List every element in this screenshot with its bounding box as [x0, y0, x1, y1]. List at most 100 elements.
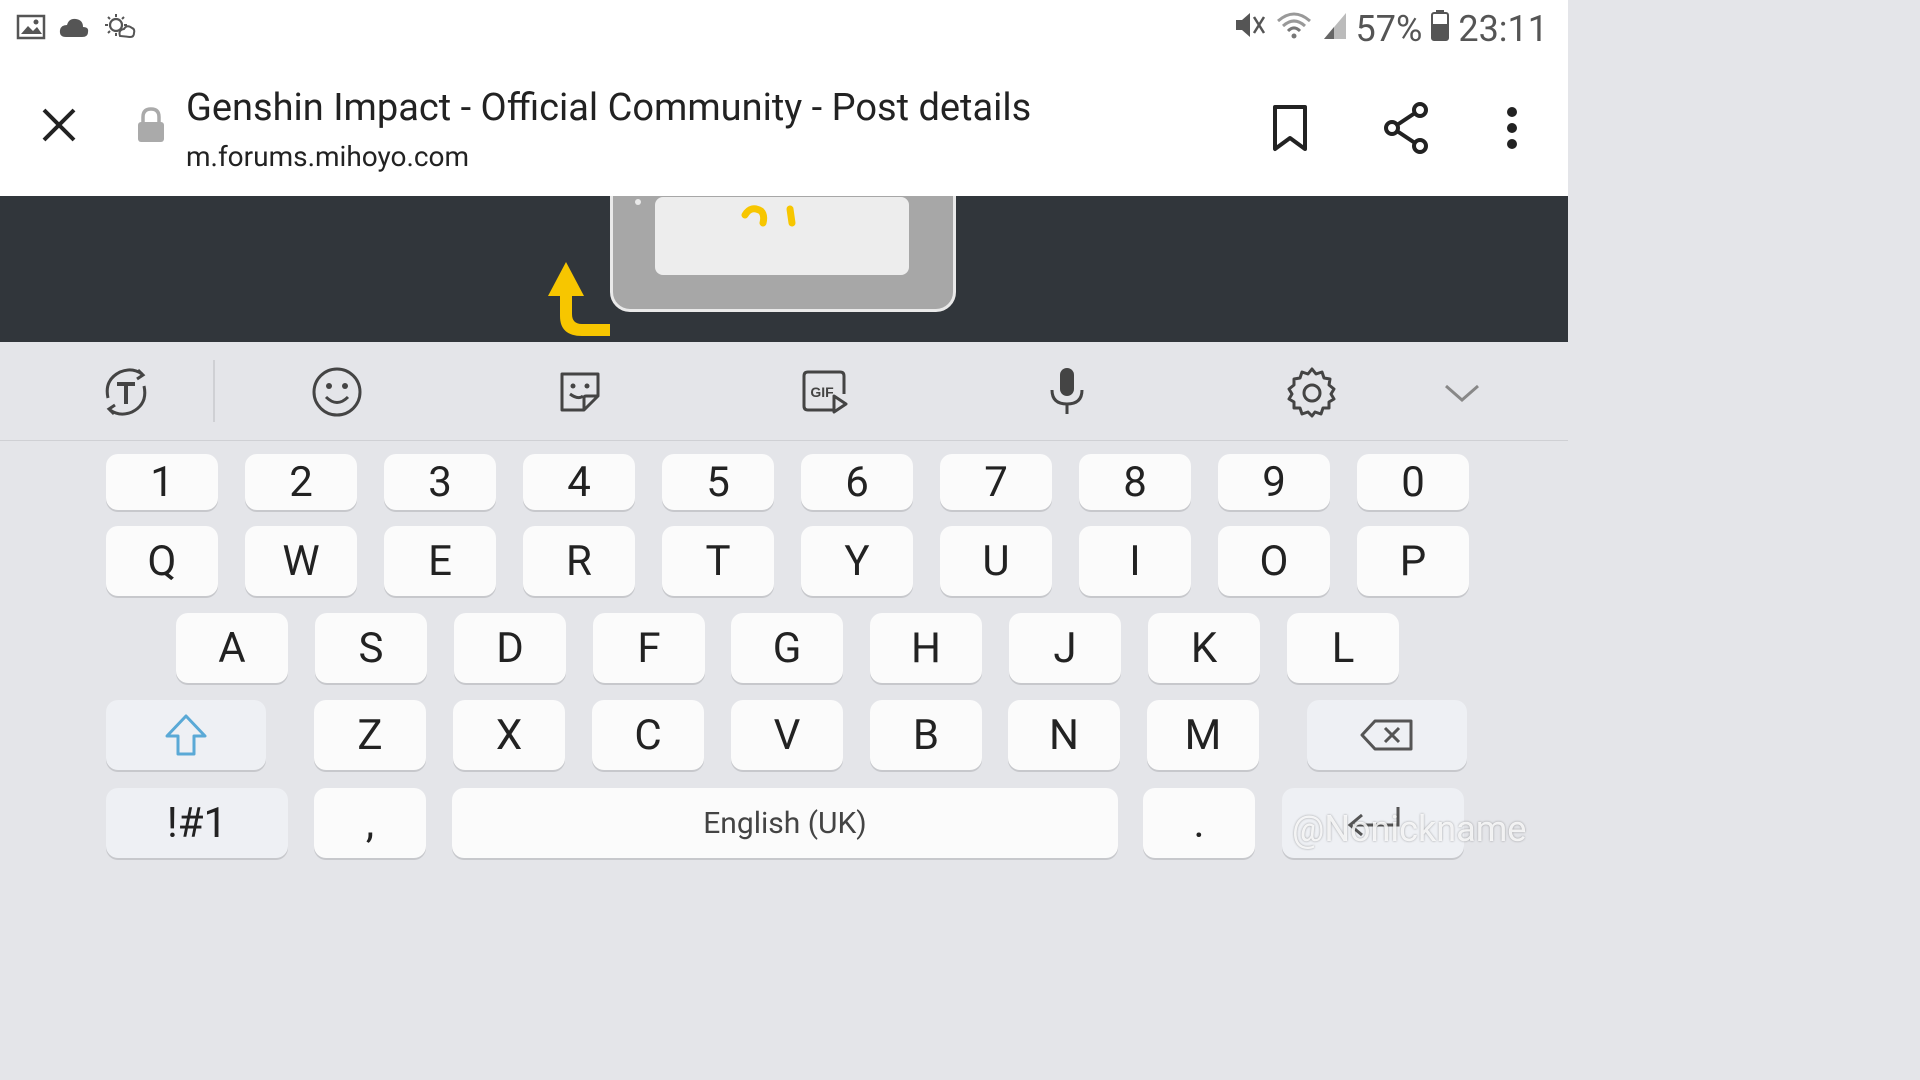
key-label: 7	[984, 457, 1008, 507]
more-options-button[interactable]	[1494, 98, 1530, 158]
key-i[interactable]: I	[1079, 526, 1191, 596]
key-label: C	[634, 710, 662, 760]
key-a[interactable]: A	[176, 613, 288, 683]
key-w[interactable]: W	[245, 526, 357, 596]
settings-icon	[1287, 367, 1336, 418]
key-comma[interactable]: ,	[314, 788, 426, 858]
key-v[interactable]: V	[731, 700, 843, 770]
key-label: B	[912, 710, 940, 760]
key-label: 4	[567, 457, 591, 507]
key-5[interactable]: 5	[662, 454, 774, 510]
key-t[interactable]: T	[662, 526, 774, 596]
key-6[interactable]: 6	[801, 454, 913, 510]
gif-button[interactable]: GIF	[794, 362, 854, 422]
page-title: Genshin Impact - Official Community - Po…	[186, 86, 1032, 130]
toolbar-divider	[0, 440, 1568, 441]
key-z[interactable]: Z	[314, 700, 426, 770]
key-s[interactable]: S	[315, 613, 427, 683]
key-1[interactable]: 1	[106, 454, 218, 510]
microphone-icon	[1050, 368, 1084, 414]
status-bar: 57% 23:11	[0, 0, 1568, 62]
key-k[interactable]: K	[1148, 613, 1260, 683]
phone-screen	[655, 197, 909, 275]
key-f[interactable]: F	[593, 613, 705, 683]
key-8[interactable]: 8	[1079, 454, 1191, 510]
voice-input-button[interactable]	[1037, 362, 1097, 422]
key-label: L	[1331, 623, 1355, 673]
watermark: @Nonickname	[1292, 808, 1527, 850]
key-y[interactable]: Y	[801, 526, 913, 596]
emoji-button[interactable]	[307, 362, 367, 422]
key-h[interactable]: H	[870, 613, 982, 683]
backspace-icon	[1360, 719, 1413, 751]
key-r[interactable]: R	[523, 526, 635, 596]
key-label: S	[358, 623, 384, 673]
key-label: 3	[428, 457, 452, 507]
key-label: !#1	[166, 798, 228, 848]
lock-icon	[136, 106, 166, 148]
key-label: W	[282, 536, 320, 586]
share-icon	[1384, 102, 1428, 154]
key-4[interactable]: 4	[523, 454, 635, 510]
key-m[interactable]: M	[1147, 700, 1259, 770]
post-image-phone	[610, 196, 956, 312]
backspace-key[interactable]	[1307, 700, 1467, 770]
key-label: F	[637, 623, 661, 673]
key-period[interactable]: .	[1143, 788, 1255, 858]
clock-time: 23:11	[1458, 8, 1548, 50]
key-label: ,	[365, 798, 375, 848]
key-q[interactable]: Q	[106, 526, 218, 596]
key-g[interactable]: G	[731, 613, 843, 683]
key-label: I	[1129, 536, 1141, 586]
key-9[interactable]: 9	[1218, 454, 1330, 510]
browser-toolbar: Genshin Impact - Official Community - Po…	[0, 62, 1568, 196]
key-label: N	[1049, 710, 1079, 760]
bookmark-button[interactable]	[1266, 98, 1314, 158]
space-key-label: English (UK)	[703, 805, 867, 841]
close-icon	[42, 108, 76, 142]
key-d[interactable]: D	[454, 613, 566, 683]
key-c[interactable]: C	[592, 700, 704, 770]
close-button[interactable]	[34, 100, 84, 150]
sticker-button[interactable]	[550, 362, 610, 422]
keyboard-toolbar: GIF	[0, 342, 1568, 442]
gif-label: GIF	[810, 384, 834, 400]
web-content[interactable]	[0, 196, 1568, 342]
translate-icon	[105, 368, 147, 416]
key-x[interactable]: X	[453, 700, 565, 770]
key-label: T	[705, 536, 731, 586]
translate-button[interactable]	[96, 362, 156, 422]
key-label: V	[773, 710, 801, 760]
key-o[interactable]: O	[1218, 526, 1330, 596]
key-label: U	[982, 536, 1010, 586]
key-label: P	[1399, 536, 1427, 586]
shift-key[interactable]	[106, 700, 266, 770]
key-u[interactable]: U	[940, 526, 1052, 596]
key-j[interactable]: J	[1009, 613, 1121, 683]
hide-keyboard-button[interactable]	[1432, 362, 1492, 422]
key-b[interactable]: B	[870, 700, 982, 770]
wifi-icon	[1274, 8, 1314, 50]
key-3[interactable]: 3	[384, 454, 496, 510]
cloud-icon	[58, 15, 90, 43]
key-0[interactable]: 0	[1357, 454, 1469, 510]
bookmark-icon	[1273, 105, 1307, 151]
key-2[interactable]: 2	[245, 454, 357, 510]
key-label: J	[1053, 623, 1077, 673]
share-button[interactable]	[1380, 98, 1434, 158]
key-p[interactable]: P	[1357, 526, 1469, 596]
key-label: G	[772, 623, 802, 673]
key-label: Y	[844, 536, 870, 586]
key-label: Z	[357, 710, 383, 760]
key-7[interactable]: 7	[940, 454, 1052, 510]
page-url[interactable]: m.forums.mihoyo.com	[186, 140, 469, 173]
battery-icon	[1430, 8, 1450, 50]
keyboard-settings-button[interactable]	[1282, 362, 1342, 422]
symbols-key[interactable]: !#1	[106, 788, 288, 858]
signal-icon	[1322, 8, 1348, 50]
key-e[interactable]: E	[384, 526, 496, 596]
key-label: 6	[845, 457, 869, 507]
key-l[interactable]: L	[1287, 613, 1399, 683]
key-n[interactable]: N	[1008, 700, 1120, 770]
space-key[interactable]: English (UK)	[452, 788, 1118, 858]
